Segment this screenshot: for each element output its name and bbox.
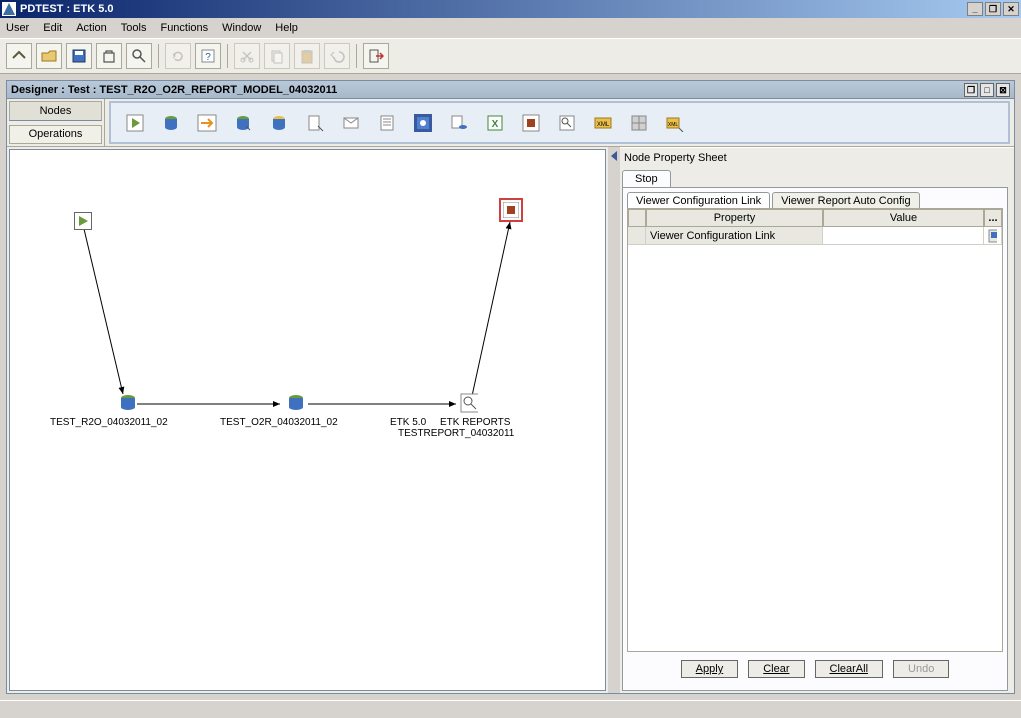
canvas-db-node-2[interactable]: [286, 394, 304, 412]
canvas-node-2-label: TEST_O2R_04032011_02: [220, 417, 338, 428]
grid-header-rowhandle: [628, 209, 646, 227]
property-panel-title: Node Property Sheet: [622, 150, 1008, 168]
cut-button: [234, 43, 260, 69]
title-bar: PDTEST : ETK 5.0 _ ❐ ✕: [0, 0, 1021, 18]
svg-text:XML: XML: [668, 122, 679, 128]
palette-doc1-icon[interactable]: [303, 111, 327, 135]
grid-row-1[interactable]: Viewer Configuration Link: [628, 227, 1002, 245]
designer-close-button[interactable]: ⊠: [996, 83, 1010, 97]
svg-text:XML: XML: [597, 122, 610, 128]
palette-grid-icon[interactable]: [627, 111, 651, 135]
palette-db4-icon[interactable]: [447, 111, 471, 135]
palette-db3-icon[interactable]: [267, 111, 291, 135]
canvas-node-1-label: TEST_R2O_04032011_02: [50, 417, 168, 428]
new-button[interactable]: [6, 43, 32, 69]
grid-row-1-value[interactable]: [823, 227, 984, 244]
palette-view-icon[interactable]: [555, 111, 579, 135]
menu-window[interactable]: Window: [222, 22, 261, 34]
design-canvas[interactable]: TEST_R2O_04032011_02 TEST_O2R_04032011_0…: [9, 149, 606, 691]
maximize-button[interactable]: ❐: [985, 2, 1001, 16]
help-button[interactable]: ?: [195, 43, 221, 69]
palette-database-icon[interactable]: [159, 111, 183, 135]
menu-bar: User Edit Action Tools Functions Window …: [0, 18, 1021, 38]
palette-mail-icon[interactable]: [339, 111, 363, 135]
palette-tool-icon[interactable]: [411, 111, 435, 135]
subtab-viewer-auto-config[interactable]: Viewer Report Auto Config: [772, 192, 919, 209]
subtab-viewer-config-link[interactable]: Viewer Configuration Link: [627, 192, 770, 209]
save-button[interactable]: [66, 43, 92, 69]
menu-tools[interactable]: Tools: [121, 22, 147, 34]
palette-stop-icon[interactable]: [519, 111, 543, 135]
designer-restore-button[interactable]: ❐: [964, 83, 978, 97]
refresh-button: [165, 43, 191, 69]
palette-doc2-icon[interactable]: [375, 111, 399, 135]
designer-title: Designer : Test : TEST_R2O_O2R_REPORT_MO…: [11, 84, 337, 96]
collapse-icon[interactable]: [611, 151, 617, 161]
app-title: PDTEST : ETK 5.0: [20, 3, 114, 15]
designer-max-button[interactable]: □: [980, 83, 994, 97]
search-button[interactable]: [126, 43, 152, 69]
canvas-stop-node[interactable]: [499, 198, 523, 222]
grid-header-ext[interactable]: ...: [984, 209, 1002, 227]
menu-user[interactable]: User: [6, 22, 29, 34]
palette-tab-operations[interactable]: Operations: [9, 125, 102, 145]
copy-button: [264, 43, 290, 69]
canvas-node-3-label: ETK 5.0: [390, 417, 426, 428]
grid-row-1-picker[interactable]: [984, 227, 1002, 244]
minimize-button[interactable]: _: [967, 2, 983, 16]
grid-header-value: Value: [823, 209, 984, 227]
canvas-node-4-label2: TESTREPORT_04032011: [398, 428, 514, 439]
exit-button[interactable]: [363, 43, 389, 69]
app-icon: [2, 2, 16, 16]
canvas-node-4-label1: ETK REPORTS: [440, 417, 510, 428]
designer-title-bar: Designer : Test : TEST_R2O_O2R_REPORT_MO…: [7, 81, 1014, 99]
paste-button: [294, 43, 320, 69]
undo-button: Undo: [893, 660, 949, 678]
designer-window: Designer : Test : TEST_R2O_O2R_REPORT_MO…: [6, 80, 1015, 694]
grid-row-1-property: Viewer Configuration Link: [646, 227, 823, 244]
svg-text:X: X: [492, 119, 499, 130]
menu-action[interactable]: Action: [76, 22, 107, 34]
clear-button[interactable]: Clear: [748, 660, 804, 678]
canvas-view-node[interactable]: [460, 394, 478, 412]
canvas-start-node[interactable]: [74, 212, 92, 230]
canvas-db-node-1[interactable]: [118, 394, 136, 412]
apply-button[interactable]: Apply: [681, 660, 739, 678]
menu-edit[interactable]: Edit: [43, 22, 62, 34]
property-tab-stop[interactable]: Stop: [622, 170, 671, 187]
property-panel-handle[interactable]: [608, 147, 620, 693]
palette-db2-icon[interactable]: [231, 111, 255, 135]
palette-excel-icon[interactable]: X: [483, 111, 507, 135]
clearall-button[interactable]: ClearAll: [815, 660, 884, 678]
undo-button: [324, 43, 350, 69]
palette-xml-icon[interactable]: XML: [591, 111, 615, 135]
palette-arrow-icon[interactable]: [195, 111, 219, 135]
status-bar: [0, 700, 1021, 718]
menu-functions[interactable]: Functions: [160, 22, 208, 34]
grid-header-property: Property: [646, 209, 823, 227]
palette-tab-nodes[interactable]: Nodes: [9, 101, 102, 121]
node-palette: X XML XML: [109, 101, 1010, 144]
open-button[interactable]: [36, 43, 62, 69]
property-panel: Node Property Sheet Stop Viewer Configur…: [620, 147, 1014, 693]
palette-xml2-icon[interactable]: XML: [663, 111, 687, 135]
main-toolbar: ?: [0, 38, 1021, 74]
property-grid: Property Value ... Viewer Configuration …: [627, 208, 1003, 652]
close-button[interactable]: ✕: [1003, 2, 1019, 16]
svg-text:?: ?: [205, 52, 211, 63]
delete-button[interactable]: [96, 43, 122, 69]
menu-help[interactable]: Help: [275, 22, 298, 34]
palette-start-icon[interactable]: [123, 111, 147, 135]
